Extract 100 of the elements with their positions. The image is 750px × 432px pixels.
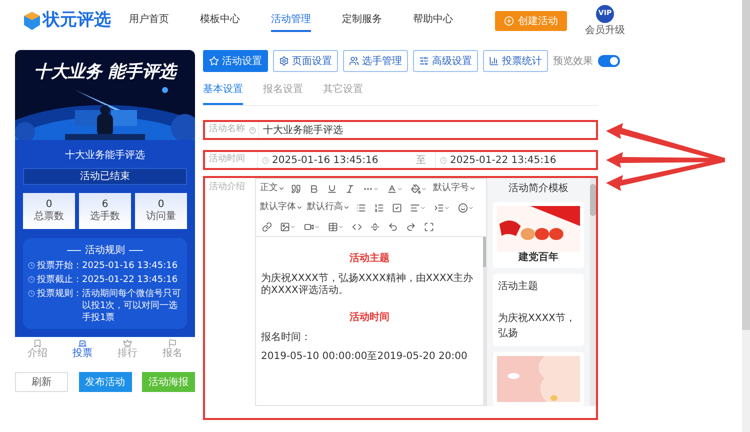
users-icon <box>349 56 359 66</box>
content-heading: 活动主题 <box>348 251 390 266</box>
format-dropdown[interactable]: 默认行高 <box>306 198 351 217</box>
caret-icon <box>296 204 303 211</box>
rule-text: 活动期间每个微信号只可以投1次，可以对同一选手投1票 <box>82 288 182 324</box>
rule-label: 投票截止： <box>37 274 82 286</box>
toolbar-icon <box>280 222 290 232</box>
bottom-tab[interactable]: 投票 <box>72 339 92 360</box>
caret-icon <box>278 185 285 192</box>
caret-icon <box>343 204 350 211</box>
toolbar-icon <box>458 202 468 212</box>
toolbar-icon <box>392 202 402 212</box>
template-panel-title: 活动简介模板 <box>508 182 570 196</box>
date-field[interactable]: 2025-01-16 13:45:16 <box>257 152 407 168</box>
caret-icon <box>373 186 379 192</box>
vip-label[interactable]: 会员升级 <box>585 22 625 38</box>
clock-icon <box>28 262 35 269</box>
input-field[interactable]: 十大业务能手评选 <box>258 122 596 138</box>
preview-toggle[interactable] <box>598 55 620 67</box>
toolbar-icon <box>304 222 314 232</box>
range-separator: 至 <box>415 154 427 168</box>
bookmark-icon <box>33 339 42 348</box>
caret-icon <box>290 224 296 230</box>
settings-tab[interactable]: 选手管理 <box>343 50 408 72</box>
rich-text-editor[interactable]: 正文 默认字号 默认字体 默认行高 活动主题 为庆祝XXXX节，弘扬XXXX精神，由XXXX主办的XXXX评选活动。 活动时间 报名时间： 2019-05-10 00:00:00至2019-05-20 20:00 <box>255 178 487 406</box>
stat-label: 总票数 <box>34 212 64 222</box>
caret-icon <box>420 204 426 210</box>
toolbar-icon <box>327 184 337 194</box>
format-dropdown[interactable]: 默认字号 <box>432 179 477 198</box>
preview-label: 预览效果 <box>553 54 593 68</box>
sub-tab[interactable]: 基本设置 <box>203 82 243 105</box>
clock-icon <box>440 156 447 164</box>
nav-link[interactable]: 帮助中心 <box>413 10 453 32</box>
toolbar-icon <box>345 184 355 194</box>
activity-title: 十大业务能手评选 <box>65 148 145 163</box>
settings-tab[interactable]: 页面设置 <box>273 50 338 72</box>
stat-label: 访问量 <box>146 212 176 222</box>
toolbar-icon <box>356 202 366 212</box>
toolbar-icon <box>406 222 416 232</box>
settings-tab[interactable]: 投票统计 <box>483 50 548 72</box>
format-dropdown[interactable]: 默认字体 <box>259 198 304 217</box>
star-icon <box>209 56 219 66</box>
crown-icon <box>123 339 132 348</box>
content-paragraph: 2019-05-10 00:00:00至2019-05-20 20:00 <box>261 351 468 363</box>
clock-icon <box>28 290 35 297</box>
nav-link[interactable]: 用户首页 <box>129 10 169 32</box>
stat-value: 6 <box>102 200 108 210</box>
toolbar-icon <box>387 184 397 194</box>
clock-icon <box>28 276 35 283</box>
rules-title: 活动规则 <box>85 244 125 258</box>
toolbar-icon <box>374 202 384 212</box>
nav-link[interactable]: 模板中心 <box>200 10 240 32</box>
toolbar-icon <box>352 222 362 232</box>
settings-tab[interactable]: 活动设置 <box>203 50 268 72</box>
toolbar-icon <box>410 202 420 212</box>
field-label: 活动介绍 <box>208 180 246 194</box>
rule-text: 2025-01-22 13:45:16 <box>82 274 178 286</box>
brand-name: 状元评选 <box>43 9 111 32</box>
toolbar-icon <box>328 222 338 232</box>
nav-link[interactable]: 定制服务 <box>342 10 382 32</box>
bar-chart-icon <box>489 56 499 66</box>
flag-icon <box>168 339 177 348</box>
nav-link[interactable]: 活动管理 <box>271 10 311 32</box>
sliders-icon <box>419 56 429 66</box>
stat-value: 0 <box>46 200 52 210</box>
rule-label: 投票开始： <box>37 260 82 272</box>
field-label: 活动时间 <box>208 153 246 166</box>
status-bar: 活动已结束 <box>23 168 187 185</box>
caret-icon <box>338 224 344 230</box>
content-paragraph: 报名时间： <box>261 332 312 344</box>
template-title: 活动主题 <box>498 280 539 294</box>
clock-icon <box>262 156 269 164</box>
stat-value: 0 <box>158 200 164 210</box>
content-paragraph: 为庆祝XXXX节，弘扬XXXX精神，由XXXX主办的XXXX评选活动。 <box>261 273 474 297</box>
toolbar-icon <box>370 222 380 232</box>
toolbar-icon <box>291 184 301 194</box>
caret-icon <box>444 204 450 210</box>
toolbar-icon <box>262 222 272 232</box>
template-card[interactable]: 建党百年 <box>493 202 584 268</box>
stat-label: 选手数 <box>90 212 120 222</box>
plus-icon <box>504 16 514 26</box>
banner-title: 十大业务 能手评选 <box>34 62 176 82</box>
format-dropdown[interactable]: 正文 <box>259 179 286 198</box>
settings-tab[interactable]: 高级设置 <box>413 50 478 72</box>
vote-icon <box>78 339 87 348</box>
content-heading: 活动时间 <box>348 310 390 325</box>
template-caption: 建党百年 <box>518 252 558 264</box>
toolbar-icon <box>388 222 398 232</box>
caret-icon <box>314 224 320 230</box>
template-card[interactable]: 活动主题 为庆祝XXXX节，弘扬 <box>493 274 584 346</box>
date-field[interactable]: 2025-01-22 13:45:16 <box>435 152 596 168</box>
rule-label: 投票规则： <box>37 288 82 300</box>
field-label: 活动名称 <box>208 123 246 136</box>
template-text: 为庆祝XXXX节，弘扬 <box>498 312 576 341</box>
action-button[interactable]: 刷新 <box>15 372 68 392</box>
caret-icon <box>468 204 474 210</box>
toolbar-icon <box>424 222 434 232</box>
cube-logo-icon <box>24 12 40 30</box>
toolbar-icon <box>411 184 421 194</box>
caret-icon <box>469 185 476 192</box>
